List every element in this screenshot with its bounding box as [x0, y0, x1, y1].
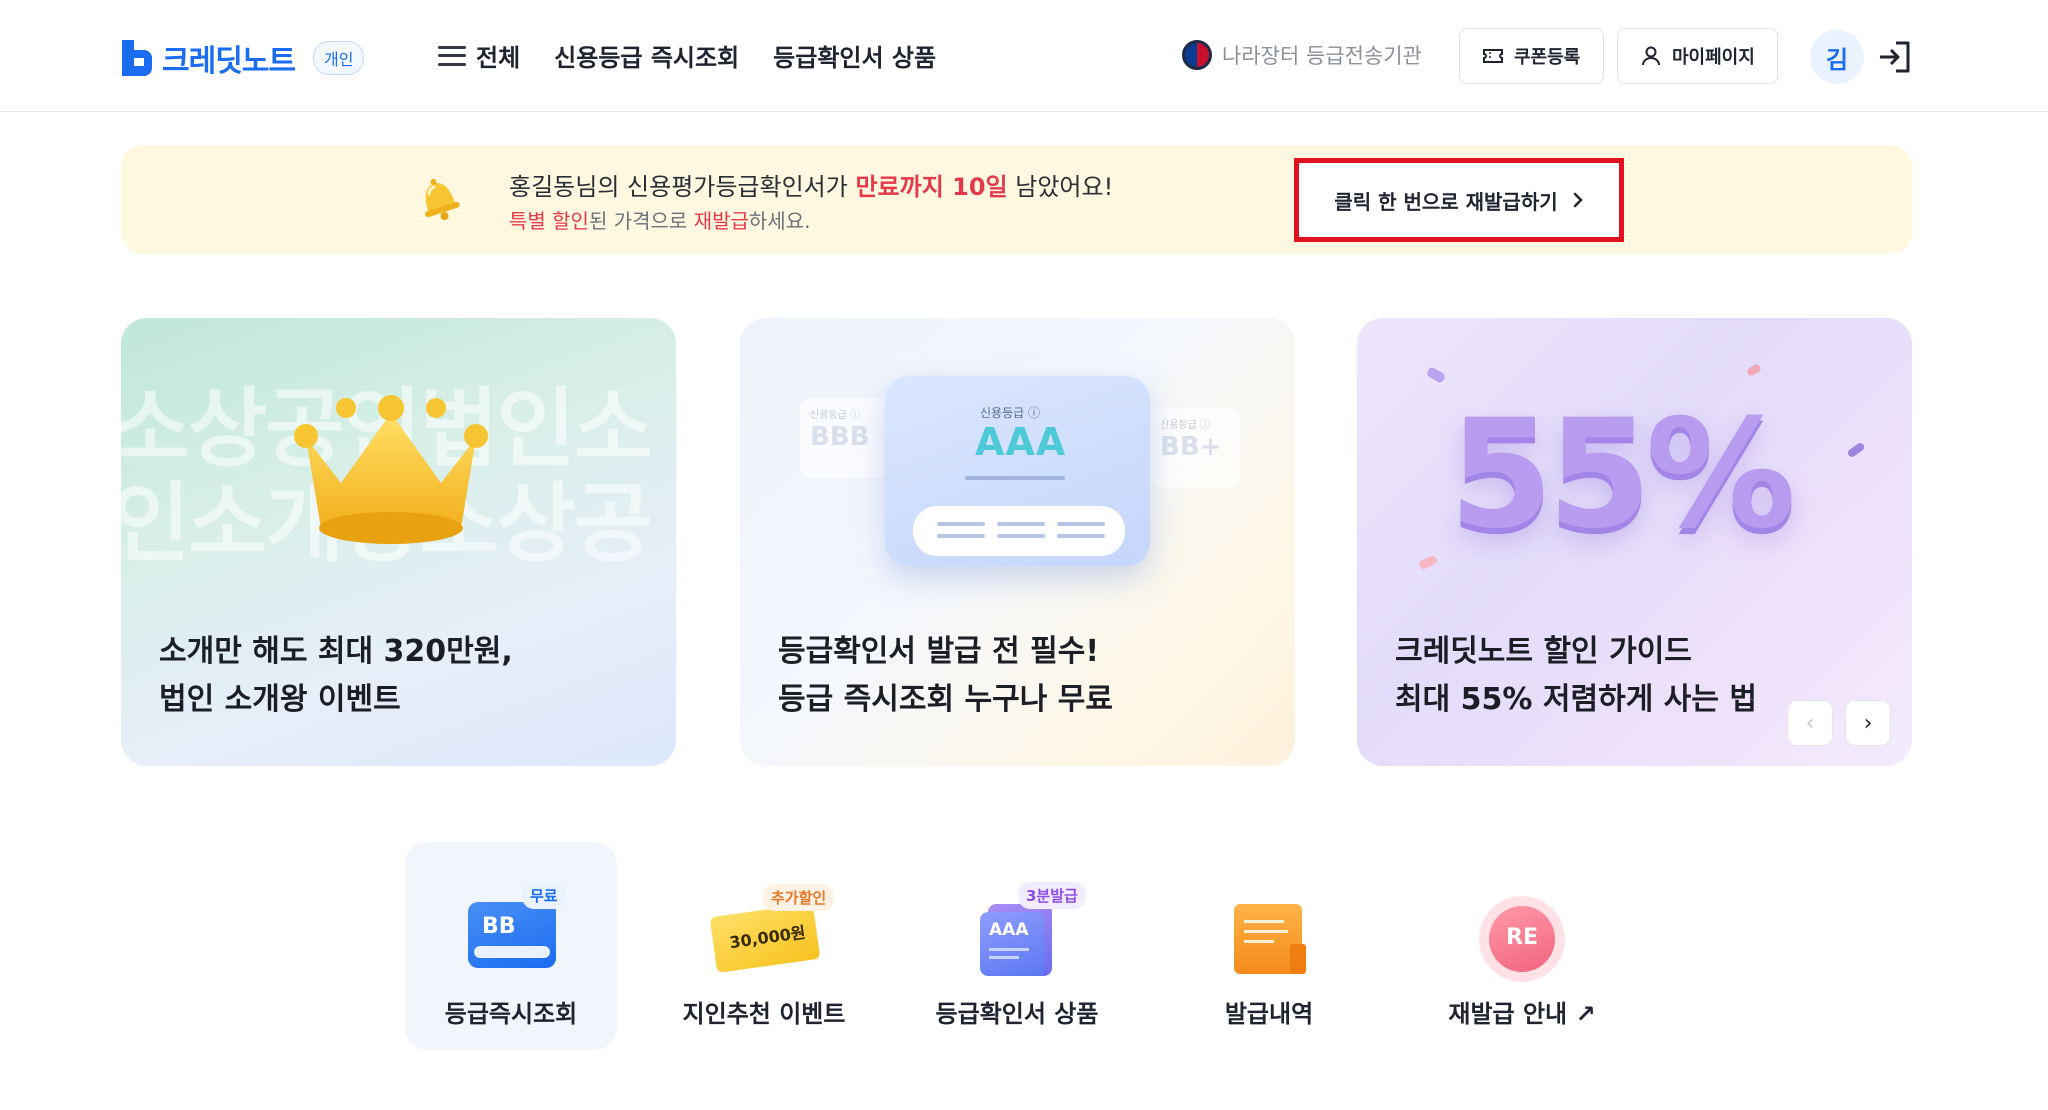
quick-menu-issue-history[interactable]: 발급내역 [1163, 842, 1375, 1050]
nav-all-label: 전체 [476, 44, 521, 72]
grade-left-caption: 신용등급 ⓘ [810, 410, 860, 421]
carousel-next-button[interactable]: › [1845, 700, 1891, 746]
notice-suffix: 남았어요! [1007, 173, 1114, 201]
card-title-line1: 크레딧노트 할인 가이드 [1395, 634, 1692, 669]
gov-agency-text: 나라장터 등급전송기관 [1222, 44, 1422, 68]
extra-discount-tag: 추가할인 [763, 884, 835, 911]
quick-menu-certificate-products[interactable]: AAA 3분발급 등급확인서 상품 [911, 842, 1123, 1050]
discount-percent-text: 55% [1449, 388, 1796, 562]
quick-menu-instant-check[interactable]: BB 무료 등급즉시조회 [405, 842, 617, 1050]
grade-check-card-title: 등급확인서 발급 전 필수! 등급 즉시조회 누구나 무료 [778, 628, 1113, 724]
quick-menu-label: 등급확인서 상품 [935, 1000, 1099, 1028]
ticket-icon [1483, 49, 1503, 63]
card-title-line1: 소개만 해도 최대 320만원, [159, 634, 513, 669]
notice-expiry-highlight: 만료까지 10일 [855, 173, 1008, 201]
free-grade-check-card[interactable]: 신용등급 ⓘ BBB 신용등급 ⓘ BB+ 신용등급 ⓘ AAA 등급확인서 발… [740, 318, 1295, 766]
notice-discount-highlight: 특별 할인 [509, 209, 589, 233]
logout-icon[interactable] [1876, 38, 1914, 76]
logo-icon [122, 40, 152, 76]
taegeuk-icon [1182, 40, 1212, 70]
notice-reissue-highlight: 재발급 [693, 209, 749, 233]
notice-mid: 된 가격으로 [588, 209, 694, 233]
grade-card-right: 신용등급 ⓘ BB+ [1150, 408, 1240, 488]
aaa-icon-text: AAA [989, 920, 1029, 940]
grade-certificate-illustration: 신용등급 ⓘ AAA [885, 376, 1150, 566]
notice-prefix: 홍길동님의 신용평가등급확인서가 [509, 173, 856, 201]
grade-right-caption: 신용등급 ⓘ [1160, 420, 1210, 431]
crown-icon [294, 395, 488, 544]
carousel-prev-button[interactable]: ‹ [1787, 700, 1833, 746]
aaa-document-icon: AAA 3분발급 [962, 872, 1086, 976]
receipt-icon [1214, 872, 1324, 974]
nav-instant-credit-check[interactable]: 신용등급 즉시조회 [554, 38, 739, 73]
grade-main-caption: 신용등급 ⓘ [980, 406, 1040, 420]
coupon-ticket-icon: 30,000원 추가할인 [709, 872, 835, 973]
referral-card-title: 소개만 해도 최대 320만원, 법인 소개왕 이벤트 [159, 628, 513, 724]
quick-menu-label: 재발급 안내 ↗ [1448, 1000, 1596, 1028]
reissue-highlight-box: 클릭 한 번으로 재발급하기 [1294, 158, 1624, 242]
main-nav: 전체 신용등급 즉시조회 등급확인서 상품 [438, 38, 936, 73]
nav-all-menu[interactable]: 전체 [438, 38, 520, 73]
logo[interactable]: 크레딧노트 개인 [120, 36, 365, 80]
quick-menu-referral-event[interactable]: 30,000원 추가할인 지인추천 이벤트 [658, 842, 870, 1050]
re-icon-text: RE [1506, 925, 1538, 950]
gov-agency-label: 나라장터 등급전송기관 [1182, 40, 1422, 70]
three-min-tag: 3분발급 [1018, 882, 1086, 909]
avatar[interactable]: 김 [1810, 30, 1864, 84]
grade-right: BB+ [1160, 432, 1222, 462]
coupon-register-button[interactable]: 쿠폰등록 [1459, 28, 1604, 84]
reissue-button-label: 클릭 한 번으로 재발급하기 [1334, 189, 1558, 214]
expiry-notice-banner: 홍길동님의 신용평가등급확인서가 만료까지 10일 남았어요! 특별 할인된 가… [121, 145, 1912, 254]
personal-badge: 개인 [313, 41, 365, 75]
confetti [1425, 366, 1447, 384]
grade-main: AAA [975, 420, 1067, 464]
chevron-right-icon [1573, 192, 1583, 208]
notice-submessage: 특별 할인된 가격으로 재발급하세요. [509, 205, 810, 234]
confetti [1417, 554, 1439, 571]
card-title-line1: 등급확인서 발급 전 필수! [778, 634, 1100, 669]
discount-guide-card-title: 크레딧노트 할인 가이드 최대 55% 저렴하게 사는 법 [1395, 628, 1757, 724]
user-icon [1642, 46, 1660, 66]
mypage-button[interactable]: 마이페이지 [1617, 28, 1778, 84]
notice-sub-suffix: 하세요. [748, 209, 811, 233]
divider-line [965, 476, 1065, 480]
bb-icon-text: BB [482, 914, 516, 939]
confetti [1745, 363, 1763, 377]
bell-icon [425, 178, 460, 221]
confetti [1846, 441, 1866, 459]
card-title-line2: 법인 소개왕 이벤트 [159, 682, 401, 717]
grade-left: BBB [810, 422, 870, 452]
free-tag: 무료 [522, 882, 566, 909]
card-title-line2: 최대 55% 저렴하게 사는 법 [1395, 682, 1757, 717]
quick-menu-label: 지인추천 이벤트 [682, 1000, 846, 1028]
logo-text: 크레딧노트 [162, 44, 296, 79]
hamburger-icon [438, 45, 466, 66]
quick-menu-label: 발급내역 [1224, 1000, 1314, 1028]
notice-message: 홍길동님의 신용평가등급확인서가 만료까지 10일 남았어요! [509, 167, 1113, 202]
re-badge-icon: RE [1467, 872, 1577, 982]
mypage-label: 마이페이지 [1672, 47, 1755, 68]
grade-pill [913, 506, 1125, 556]
discount-guide-card[interactable]: 55% 크레딧노트 할인 가이드 최대 55% 저렴하게 사는 법 [1357, 318, 1912, 766]
quick-menu-label: 등급즉시조회 [444, 1000, 578, 1028]
coupon-register-label: 쿠폰등록 [1514, 47, 1581, 68]
bb-card-icon: BB 무료 [456, 872, 566, 972]
grade-card-left: 신용등급 ⓘ BBB [800, 398, 890, 478]
top-header: 크레딧노트 개인 전체 신용등급 즉시조회 등급확인서 상품 나라장터 등급전송… [0, 0, 2048, 112]
quick-menu-reissue-guide[interactable]: RE 재발급 안내 ↗ [1416, 842, 1628, 1050]
card-title-line2: 등급 즉시조회 누구나 무료 [778, 682, 1113, 717]
nav-certificate-products[interactable]: 등급확인서 상품 [773, 38, 936, 73]
referral-event-card[interactable]: 소상공인법인소 인소개왕소상공 소개만 해도 최대 320만원, 법인 소개왕 … [121, 318, 676, 766]
one-click-reissue-button[interactable]: 클릭 한 번으로 재발급하기 [1334, 186, 1583, 215]
